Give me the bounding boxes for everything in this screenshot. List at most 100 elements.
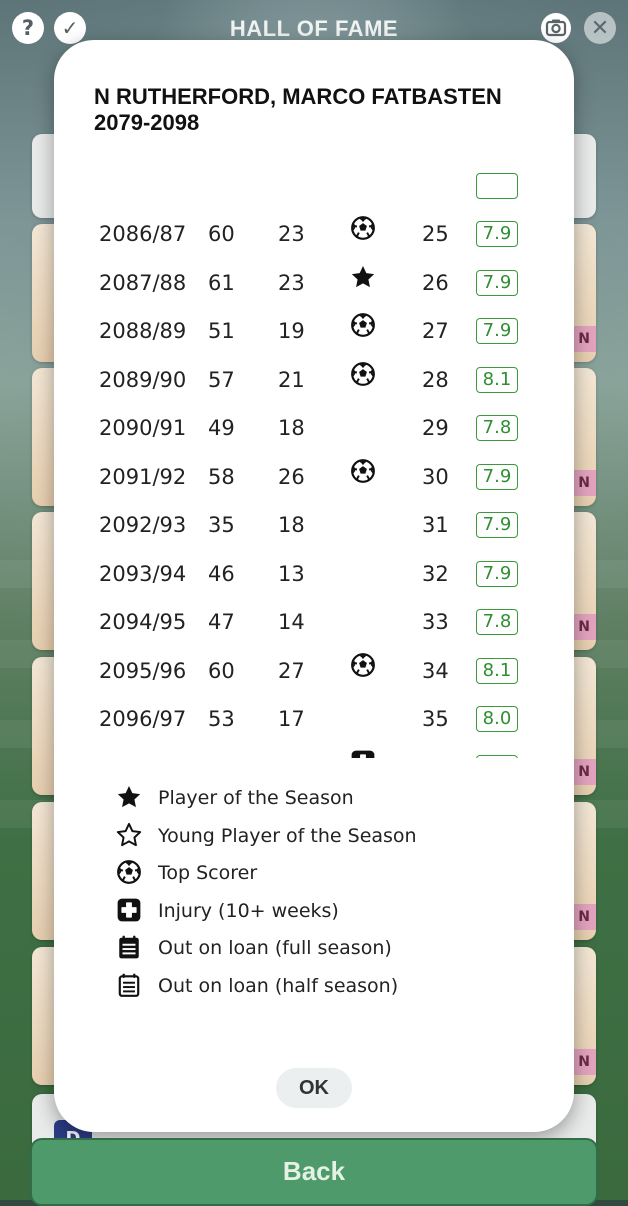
goals-cell: 18: [278, 513, 305, 537]
season-cell: 2087/88: [99, 270, 187, 295]
age-cell: 36: [422, 744, 449, 759]
table-row: 2097/98 37 15 36 7.8: [54, 744, 574, 759]
legend-label: Young Player of the Season: [158, 824, 417, 847]
season-cell: 2086/87: [99, 222, 187, 246]
legend-label: Out on loan (half season): [158, 974, 399, 997]
awards-cell: [326, 598, 400, 646]
awards-cell: [326, 404, 400, 452]
rating-badge: 7.8: [476, 415, 518, 441]
goals-cell: 18: [278, 416, 305, 440]
rating-badge: 7.8: [476, 754, 518, 758]
legend-label: Top Scorer: [158, 862, 258, 884]
injury-icon: [350, 744, 376, 758]
table-row: 2089/90 57 21 28 8.1: [54, 356, 574, 404]
ball-icon: [350, 307, 376, 337]
age-cell: 31: [422, 513, 449, 537]
ball-icon: [350, 647, 376, 677]
loan-half-icon: [116, 972, 142, 998]
goals-cell: 23: [278, 222, 305, 246]
table-row: 2090/91 49 18 29 7.8: [54, 404, 574, 452]
goals-cell: 13: [278, 561, 305, 586]
age-cell: 34: [422, 658, 449, 683]
table-row: 2094/95 47 14 33 7.8: [54, 598, 574, 646]
rating-badge: 7.9: [476, 318, 518, 344]
age-cell: 29: [422, 416, 449, 440]
ball-icon: [350, 210, 376, 240]
age-cell: 26: [422, 270, 449, 295]
season-cell: 2092/93: [99, 513, 187, 537]
age-cell: 30: [422, 464, 449, 489]
rating-badge: 8.1: [476, 657, 518, 684]
legend: Player of the Season Young Player of the …: [116, 780, 536, 1005]
rating-badge: 7.9: [476, 512, 518, 538]
age-cell: 25: [422, 222, 449, 246]
awards-cell: [326, 744, 400, 758]
legend-label: Player of the Season: [158, 787, 354, 809]
age-cell: 35: [422, 707, 449, 731]
appearances-cell: 61: [208, 270, 235, 295]
goals-cell: 21: [278, 367, 305, 392]
goals-cell: 27: [278, 658, 305, 683]
rating-badge: 7.8: [476, 609, 518, 635]
modal-title: N RUTHERFORD, MARCO FATBASTEN 2079-2098: [94, 84, 502, 135]
rating-badge: [476, 172, 518, 199]
legend-item: Out on loan (full season): [116, 930, 536, 968]
season-cell: 2091/92: [99, 464, 187, 489]
age-cell: 32: [422, 561, 449, 586]
legend-item: Out on loan (half season): [116, 968, 536, 1006]
season-cell: 2088/89: [99, 319, 187, 343]
star-outline-icon: [116, 822, 142, 848]
legend-label: Injury (10+ weeks): [158, 899, 339, 922]
rating-badge: 7.9: [476, 221, 518, 247]
goals-cell: 15: [278, 744, 305, 759]
age-cell: 28: [422, 367, 449, 392]
table-row: 2093/94 46 13 32 7.9: [54, 550, 574, 598]
season-cell: 2096/97: [99, 707, 187, 731]
awards-cell: [326, 550, 400, 598]
rating-badge: 7.9: [476, 560, 518, 587]
awards-cell: [326, 695, 400, 743]
appearances-cell: 60: [208, 222, 235, 246]
ball-icon: [116, 859, 142, 885]
table-row: 2087/88 61 23 26 7.9: [54, 259, 574, 307]
awards-cell: [326, 259, 400, 307]
season-cell: 2094/95: [99, 610, 187, 634]
age-cell: 33: [422, 610, 449, 634]
awards-cell: [326, 501, 400, 549]
appearances-cell: 60: [208, 658, 235, 683]
season-cell: 2095/96: [99, 658, 187, 683]
close-icon[interactable]: ✕: [584, 12, 616, 44]
goals-cell: 14: [278, 610, 305, 634]
awards-cell: [326, 453, 400, 501]
rating-badge: 8.0: [476, 706, 518, 732]
legend-item: Player of the Season: [116, 780, 536, 818]
table-row: 2095/96 60 27 34 8.1: [54, 647, 574, 695]
appearances-cell: 53: [208, 707, 235, 731]
season-table[interactable]: 2086/87 60 23 25 7.9 2087/88 61 23 26 7.9 2088/89…: [54, 148, 574, 758]
goals-cell: 19: [278, 319, 305, 343]
star-filled-icon: [116, 784, 142, 810]
season-cell: 2089/90: [99, 367, 187, 392]
rating-badge: 7.9: [476, 269, 518, 296]
goals-cell: 23: [278, 270, 305, 295]
hall-of-fame-modal: N RUTHERFORD, MARCO FATBASTEN 2079-2098 …: [54, 40, 574, 1132]
season-cell: 2093/94: [99, 561, 187, 586]
appearances-cell: 46: [208, 561, 235, 586]
ball-icon: [350, 453, 376, 483]
appearances-cell: 35: [208, 513, 235, 537]
appearances-cell: 58: [208, 464, 235, 489]
legend-item: Young Player of the Season: [116, 818, 536, 856]
awards-cell: [326, 647, 400, 695]
awards-cell: [326, 356, 400, 404]
table-row: 2092/93 35 18 31 7.9: [54, 501, 574, 549]
age-cell: 27: [422, 319, 449, 343]
table-row: 2086/87 60 23 25 7.9: [54, 210, 574, 258]
camera-icon[interactable]: [540, 12, 572, 44]
season-cell: 2090/91: [99, 416, 187, 440]
loan-full-icon: [116, 934, 142, 960]
ok-button[interactable]: OK: [276, 1068, 352, 1108]
season-cell: 2097/98: [99, 744, 186, 759]
back-button[interactable]: Back: [30, 1138, 598, 1206]
page-title: HALL OF FAME: [229, 16, 399, 41]
legend-label: Out on loan (full season): [158, 937, 392, 959]
